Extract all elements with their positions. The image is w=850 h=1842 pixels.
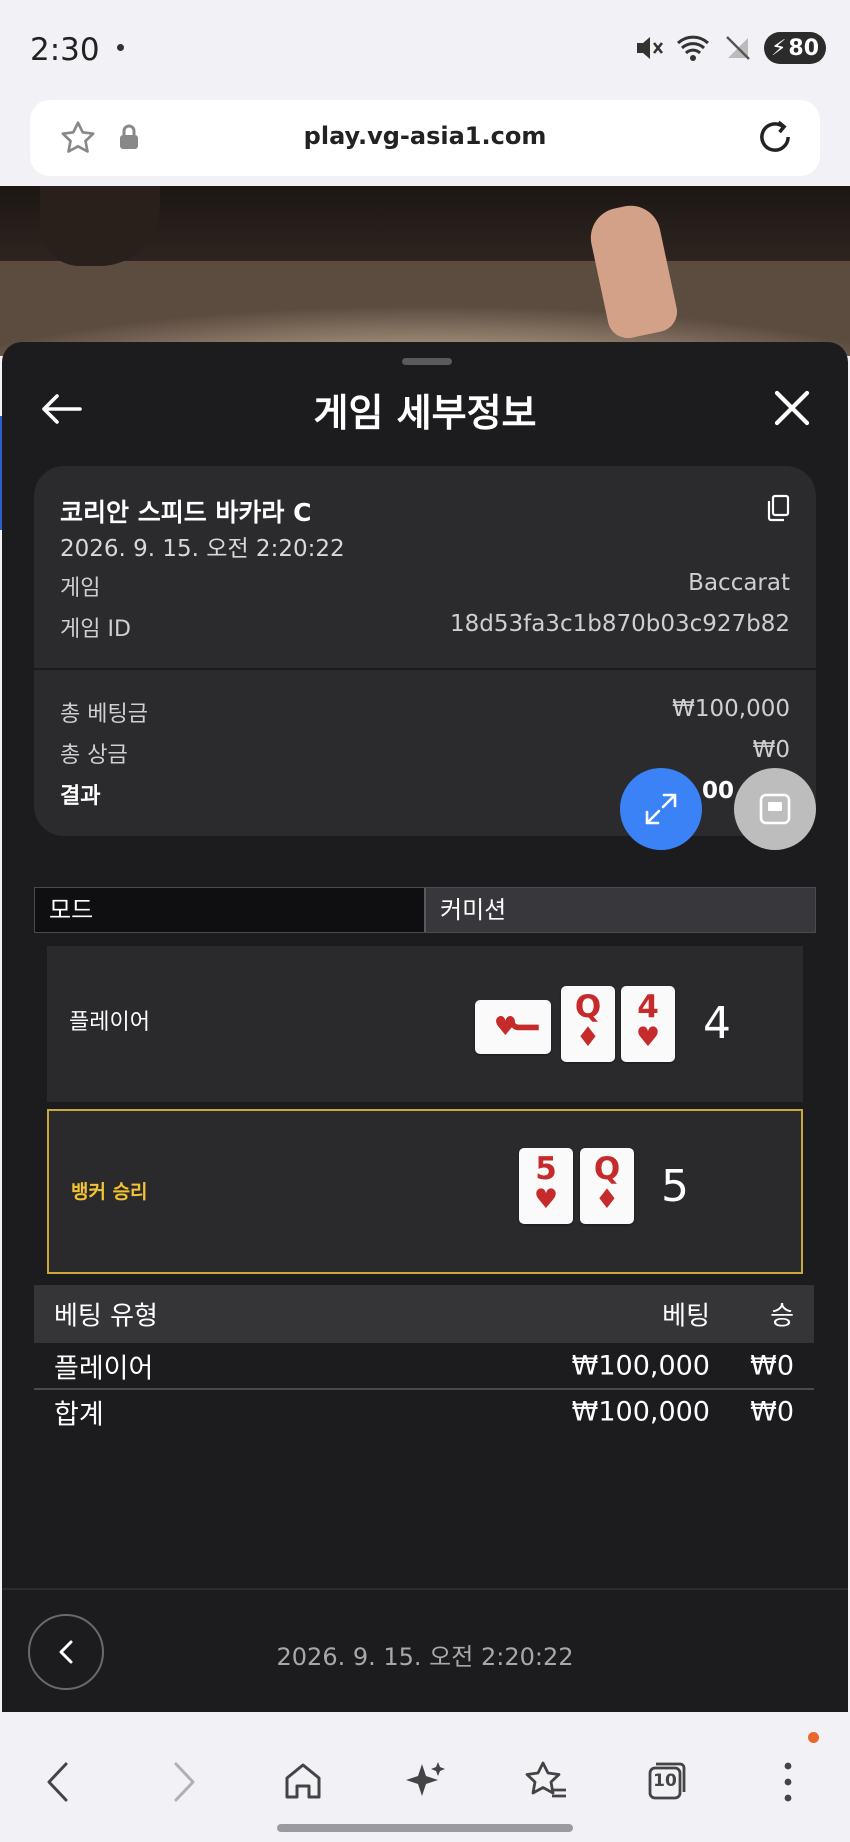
game-info-card: 코리안 스피드 바카라 C 2026. 9. 15. 오전 2:20:22 게임… <box>34 466 816 836</box>
copy-icon[interactable] <box>766 494 790 522</box>
mode-tabs: 모드 커미션 <box>34 887 816 933</box>
bet-row-win: ₩0 <box>750 1350 794 1382</box>
status-bar: 2:30 ⚡ 80 <box>0 0 850 95</box>
player-card-2-rank: Q <box>574 989 602 1025</box>
total-bet-value: ₩100,000 <box>672 696 790 722</box>
mute-icon <box>637 37 664 59</box>
bet-type-header: 베팅 유형 <box>54 1301 158 1332</box>
battery-indicator: ⚡ 80 <box>764 32 826 64</box>
player-card-3-rank: 4 <box>637 989 659 1025</box>
banker-total: 5 <box>661 1161 689 1212</box>
bolt-icon: ⚡ <box>770 35 787 61</box>
tab-mode[interactable]: 모드 <box>35 888 426 932</box>
reload-icon[interactable] <box>754 116 796 158</box>
status-time: 2:30 <box>30 32 100 68</box>
player-label: 플레이어 <box>69 1010 150 1035</box>
bet-row-amount: ₩100,000 <box>571 1350 710 1382</box>
bet-total-label: 합계 <box>54 1399 104 1431</box>
nav-forward-icon[interactable] <box>172 1760 198 1804</box>
expand-fab-button[interactable] <box>620 768 702 850</box>
result-label: 결과 <box>60 784 101 809</box>
banker-card-1: 5 ♥ <box>519 1148 573 1224</box>
more-menu-icon[interactable] <box>780 1760 796 1804</box>
footer-divider <box>2 1588 848 1590</box>
tab-count: 10 <box>653 1771 677 1791</box>
total-win-value: ₩0 <box>752 737 790 763</box>
browser-nav-bar: 10 <box>0 1712 850 1842</box>
player-card-1-rank: J <box>509 1021 545 1033</box>
total-bet-label: 총 베팅금 <box>60 702 148 727</box>
bet-row-type: 플레이어 <box>54 1353 154 1385</box>
tab-commission[interactable]: 커미션 <box>426 888 815 932</box>
result-value: 00 <box>701 778 734 804</box>
live-video-background <box>0 186 850 356</box>
bet-amount-header: 베팅 <box>662 1301 710 1332</box>
player-result-box: 플레이어 ♥ J Q ♦ 4 ♥ 4 <box>47 946 803 1102</box>
panel-title: 게임 세부정보 <box>313 391 537 435</box>
bet-table-header: 베팅 유형 베팅 승 <box>34 1285 814 1343</box>
bet-total-amount: ₩100,000 <box>571 1396 710 1428</box>
banker-card-2: Q ♦ <box>580 1148 634 1224</box>
player-card-1: ♥ J <box>475 1000 551 1054</box>
player-card-3: 4 ♥ <box>621 986 675 1062</box>
player-card-3-suit: ♥ <box>635 1022 661 1053</box>
banker-result-box: 뱅커 승리 5 ♥ Q ♦ 5 <box>47 1109 803 1274</box>
sparkle-icon[interactable] <box>404 1760 446 1802</box>
home-icon[interactable] <box>282 1760 324 1802</box>
no-signal-icon <box>726 36 750 60</box>
bet-win-header: 승 <box>770 1301 794 1332</box>
bet-total-win: ₩0 <box>750 1396 794 1428</box>
total-win-label: 총 상금 <box>60 743 128 768</box>
bookmarks-icon[interactable] <box>524 1760 568 1802</box>
minimize-fab-button[interactable] <box>734 768 816 850</box>
table-row: 플레이어 ₩100,000 ₩0 <box>34 1344 814 1388</box>
player-total: 4 <box>703 998 731 1049</box>
footer-datetime: 2026. 9. 15. 오전 2:20:22 <box>276 1643 574 1671</box>
nav-back-icon[interactable] <box>44 1760 70 1804</box>
home-indicator[interactable] <box>277 1824 573 1832</box>
banker-label: 뱅커 승리 <box>71 1181 148 1203</box>
banker-card-1-suit: ♥ <box>533 1184 559 1215</box>
game-id-value: 18d53fa3c1b870b03c927b82 <box>449 611 790 637</box>
menu-notification-dot <box>808 1732 819 1743</box>
banker-card-2-suit: ♦ <box>594 1184 620 1215</box>
game-id-label: 게임 ID <box>60 617 131 642</box>
tabs-button[interactable]: 10 <box>646 1760 688 1802</box>
notification-dot <box>117 44 124 51</box>
stop-icon <box>759 793 791 825</box>
game-label: 게임 <box>60 576 101 601</box>
status-icons: ⚡ 80 <box>634 32 826 64</box>
url-text[interactable]: play.vg-asia1.com <box>30 122 820 150</box>
drag-handle[interactable] <box>402 358 452 365</box>
url-bar[interactable]: play.vg-asia1.com <box>30 100 820 176</box>
bet-total-row: 합계 ₩100,000 ₩0 <box>34 1390 814 1434</box>
game-name: 코리안 스피드 바카라 C <box>60 498 312 527</box>
player-card-2-suit: ♦ <box>575 1022 601 1053</box>
wifi-icon <box>676 35 710 61</box>
expand-icon <box>645 793 677 825</box>
battery-level: 80 <box>788 35 820 61</box>
game-datetime: 2026. 9. 15. 오전 2:20:22 <box>60 536 345 562</box>
game-value: Baccarat <box>688 570 790 596</box>
player-card-2: Q ♦ <box>561 986 615 1062</box>
banker-card-1-rank: 5 <box>535 1151 557 1187</box>
close-icon[interactable] <box>774 390 810 426</box>
banker-card-2-rank: Q <box>593 1151 621 1187</box>
card-divider <box>34 668 816 670</box>
